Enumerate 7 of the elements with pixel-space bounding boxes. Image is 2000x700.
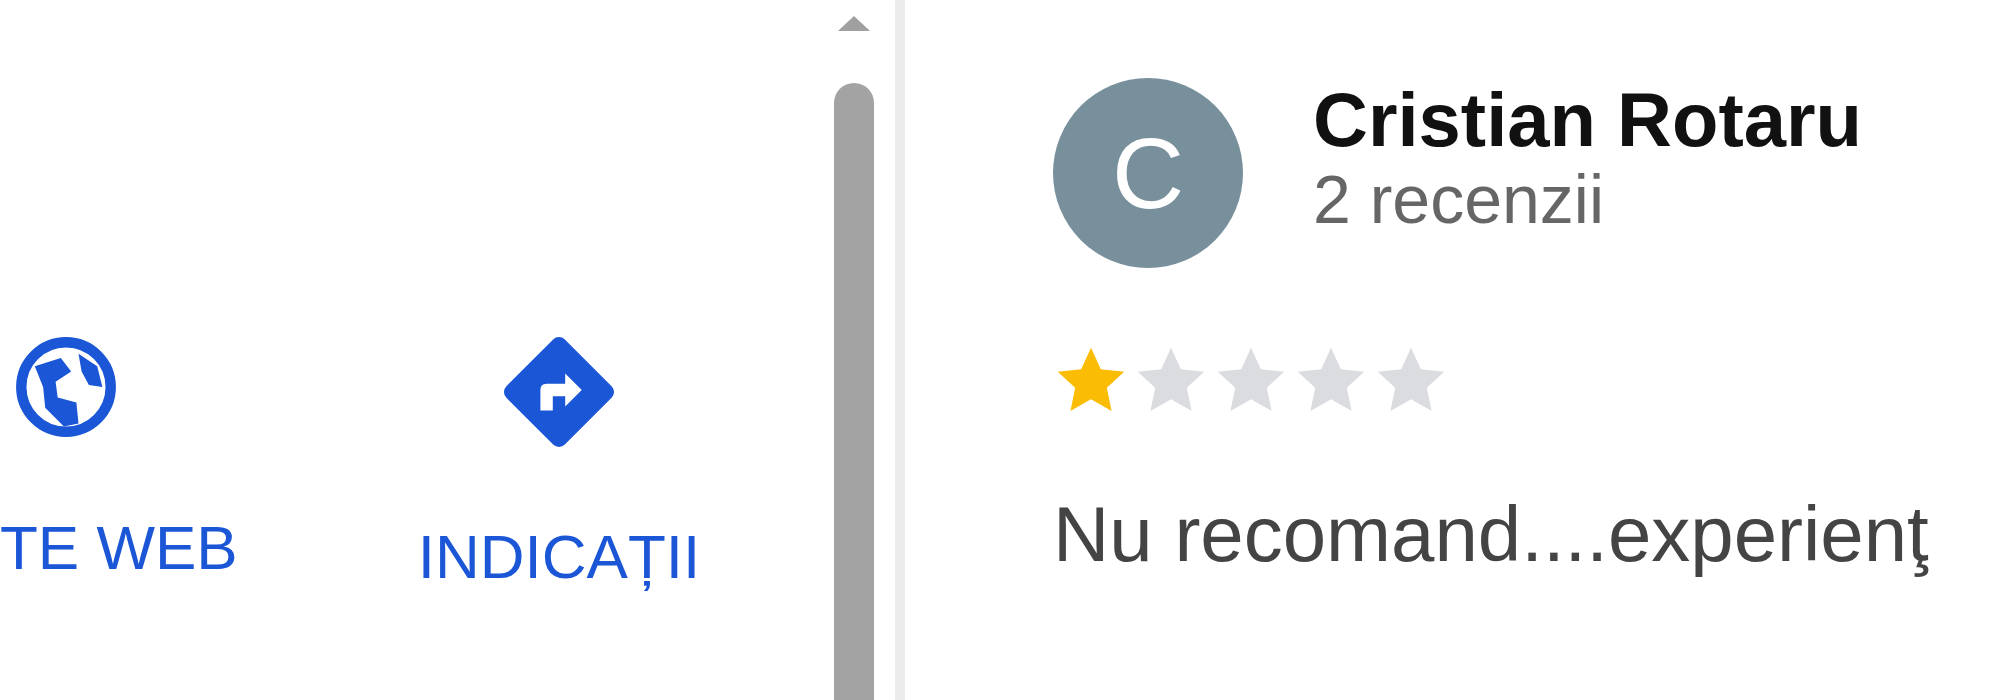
globe-icon <box>14 335 118 439</box>
review-count: 2 recenzii <box>1313 161 1606 237</box>
review-text: Nu recomand....experienţ <box>1053 489 1930 580</box>
scrollbar-thumb[interactable] <box>834 83 874 700</box>
website-link[interactable]: TE WEB <box>0 517 238 579</box>
author-name: Cristian Rotaru <box>1313 78 1862 162</box>
avatar: C <box>1053 78 1243 268</box>
